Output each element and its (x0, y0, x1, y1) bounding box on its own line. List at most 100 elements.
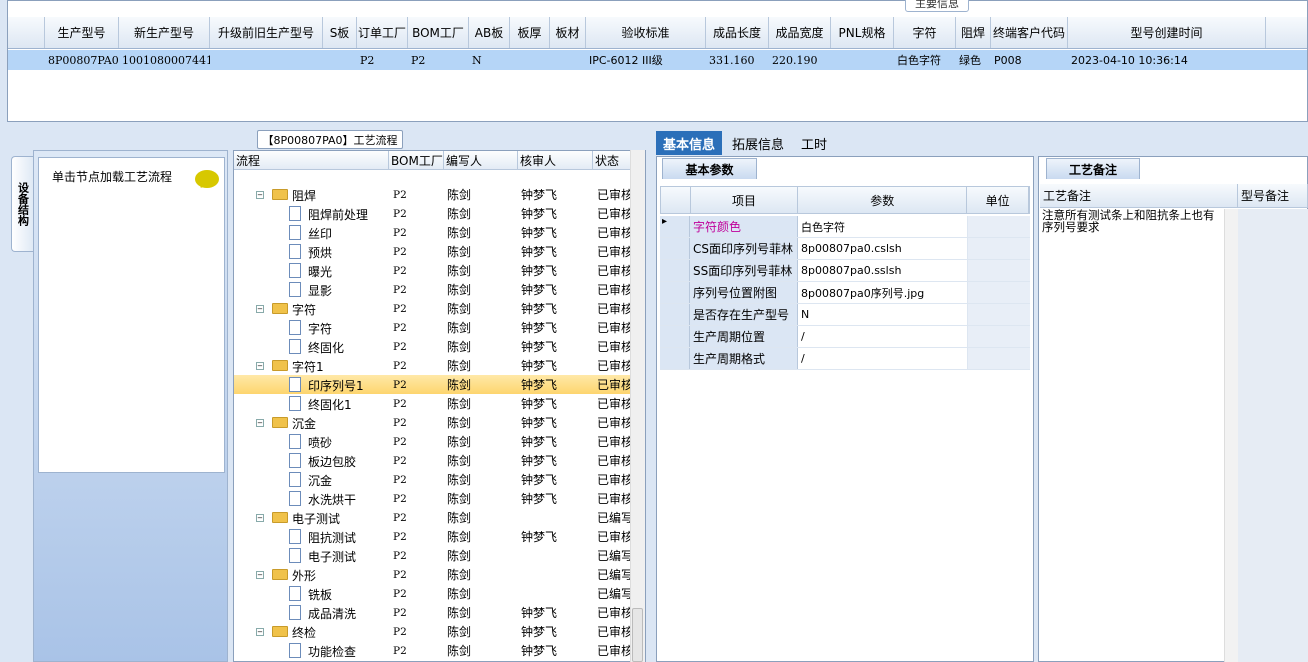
param-value[interactable]: / (798, 326, 968, 347)
column-header[interactable]: S板 (323, 17, 357, 48)
collapse-icon[interactable]: − (256, 571, 264, 579)
grid-cell[interactable] (210, 50, 323, 70)
tree-row[interactable]: 功能检查 P2 陈剑 钟梦飞 已审核 (234, 641, 634, 660)
tree-row[interactable]: 成品清洗 P2 陈剑 钟梦飞 已审核 (234, 603, 634, 622)
equipment-structure-tab[interactable]: 设备结构 (11, 156, 33, 252)
param-column-header[interactable]: 单位 (967, 187, 1030, 213)
tree-row[interactable]: 丝印 P2 陈剑 钟梦飞 已审核 (234, 223, 634, 242)
column-header[interactable]: 成品长度 (706, 17, 769, 48)
tree-row[interactable]: 水洗烘干 P2 陈剑 钟梦飞 已审核 (234, 489, 634, 508)
remark-column-header[interactable]: 工艺备注 (1040, 184, 1238, 207)
param-unit[interactable] (968, 348, 1030, 369)
column-header[interactable]: 板材 (550, 17, 586, 48)
tree-row[interactable]: − 外形 P2 陈剑 已编写 (234, 565, 634, 584)
param-unit[interactable] (968, 260, 1030, 281)
tree-row[interactable]: 终固化1 P2 陈剑 钟梦飞 已审核 (234, 394, 634, 413)
tree-column-header[interactable]: 编写人 (444, 151, 518, 169)
tree-node[interactable]: 曝光 (234, 261, 389, 280)
tree-node[interactable]: 显影 (234, 280, 389, 299)
tree-row[interactable]: 曝光 P2 陈剑 钟梦飞 已审核 (234, 261, 634, 280)
param-value[interactable]: 8p00807pa0序列号.jpg (798, 282, 968, 303)
tree-node[interactable]: − 沉金 (234, 413, 389, 432)
param-row[interactable]: 生产周期位置 / (660, 326, 1030, 348)
tree-node[interactable]: 功能检查 (234, 641, 389, 660)
tree-row[interactable]: 终固化 P2 陈剑 钟梦飞 已审核 (234, 337, 634, 356)
param-unit[interactable] (968, 216, 1030, 237)
grid-cell[interactable]: 白色字符 (894, 50, 956, 70)
param-unit[interactable] (968, 238, 1030, 259)
tree-row[interactable]: − 电子测试 P2 陈剑 已编写 (234, 508, 634, 527)
tree-node[interactable]: − 字符 (234, 299, 389, 318)
column-header[interactable]: 字符 (894, 17, 956, 48)
grid-cell[interactable]: P2 (357, 50, 408, 70)
tree-node[interactable]: − 外形 (234, 565, 389, 584)
column-header[interactable]: 板厚 (510, 17, 550, 48)
remark-column-header[interactable]: 型号备注 (1238, 184, 1308, 207)
grid-cell[interactable]: 331.160 (706, 50, 769, 70)
tree-row[interactable]: 字符 P2 陈剑 钟梦飞 已审核 (234, 318, 634, 337)
param-value[interactable]: 8p00807pa0.sslsh (798, 260, 968, 281)
tree-node[interactable]: 预烘 (234, 242, 389, 261)
tree-node[interactable]: 终固化 (234, 337, 389, 356)
process-tree-scroll-thumb[interactable] (632, 608, 643, 662)
column-header[interactable]: 生产型号 (45, 17, 119, 48)
tree-node[interactable]: 丝印 (234, 223, 389, 242)
column-header[interactable]: PNL规格 (831, 17, 894, 48)
param-row[interactable]: CS面印序列号菲林 8p00807pa0.cslsh (660, 238, 1030, 260)
horizontal-splitter[interactable] (0, 122, 1308, 130)
grid-cell[interactable]: 绿色 (956, 50, 991, 70)
tree-row[interactable]: − 终检 P2 陈剑 钟梦飞 已审核 (234, 622, 634, 641)
param-row[interactable]: 是否存在生产型号 N (660, 304, 1030, 326)
column-header[interactable]: 升级前旧生产型号 (210, 17, 323, 48)
tree-node[interactable]: 印序列号1 (234, 375, 389, 394)
column-header[interactable]: 阻焊 (956, 17, 991, 48)
tab-extended[interactable]: 拓展信息 (725, 131, 791, 155)
param-unit[interactable] (968, 282, 1030, 303)
tree-row[interactable]: − 字符 P2 陈剑 钟梦飞 已审核 (234, 299, 634, 318)
column-header[interactable]: 订单工厂 (357, 17, 408, 48)
tree-row[interactable]: 印序列号1 P2 陈剑 钟梦飞 已审核 (234, 375, 634, 394)
tree-column-header[interactable]: BOM工厂 (389, 151, 444, 169)
collapse-icon[interactable]: − (256, 419, 264, 427)
tree-node[interactable]: − 字符1 (234, 356, 389, 375)
tree-row[interactable]: 电子测试 P2 陈剑 已编写 (234, 546, 634, 565)
tree-node[interactable]: 字符 (234, 318, 389, 337)
grid-cell[interactable] (510, 50, 550, 70)
grid-cell[interactable] (323, 50, 357, 70)
collapse-icon[interactable]: − (256, 628, 264, 636)
tree-row[interactable]: 板边包胶 P2 陈剑 钟梦飞 已审核 (234, 451, 634, 470)
param-value[interactable]: N (798, 304, 968, 325)
collapse-icon[interactable]: − (256, 305, 264, 313)
remark-scrollbar[interactable] (1224, 209, 1238, 662)
param-row[interactable]: ▸ 字符颜色 白色字符 (660, 216, 1030, 238)
tab-basic[interactable]: 基本信息 (656, 131, 723, 155)
grid-cell[interactable]: 220.190 (769, 50, 831, 70)
tree-row[interactable]: 阻焊前处理 P2 陈剑 钟梦飞 已审核 (234, 204, 634, 223)
tree-node[interactable]: 终固化1 (234, 394, 389, 413)
param-unit[interactable] (968, 304, 1030, 325)
param-value[interactable]: / (798, 348, 968, 369)
grid-cell[interactable]: N (469, 50, 510, 70)
grid-cell[interactable]: P008 (991, 50, 1068, 70)
column-header[interactable]: AB板 (469, 17, 510, 48)
tree-node[interactable]: 喷砂 (234, 432, 389, 451)
tab-hours[interactable]: 工时 (794, 131, 834, 155)
collapse-icon[interactable]: − (256, 514, 264, 522)
model-remark-field[interactable] (1238, 209, 1308, 662)
column-header[interactable]: 验收标准 (586, 17, 706, 48)
column-header[interactable]: 新生产型号 (119, 17, 210, 48)
param-row[interactable]: SS面印序列号菲林 8p00807pa0.sslsh (660, 260, 1030, 282)
tree-row[interactable]: 沉金 P2 陈剑 钟梦飞 已审核 (234, 470, 634, 489)
column-header[interactable]: 型号创建时间 (1068, 17, 1266, 48)
tree-column-header[interactable]: 流程 (234, 151, 389, 169)
param-value[interactable]: 8p00807pa0.cslsh (798, 238, 968, 259)
tree-node[interactable]: − 电子测试 (234, 508, 389, 527)
collapse-icon[interactable]: − (256, 362, 264, 370)
tree-node[interactable]: 成品清洗 (234, 603, 389, 622)
tree-node[interactable]: 沉金 (234, 470, 389, 489)
column-header[interactable]: 终端客户代码 (991, 17, 1068, 48)
grid-cell[interactable] (831, 50, 894, 70)
column-header[interactable]: BOM工厂 (408, 17, 469, 48)
param-unit[interactable] (968, 326, 1030, 347)
tree-row[interactable]: 显影 P2 陈剑 钟梦飞 已审核 (234, 280, 634, 299)
